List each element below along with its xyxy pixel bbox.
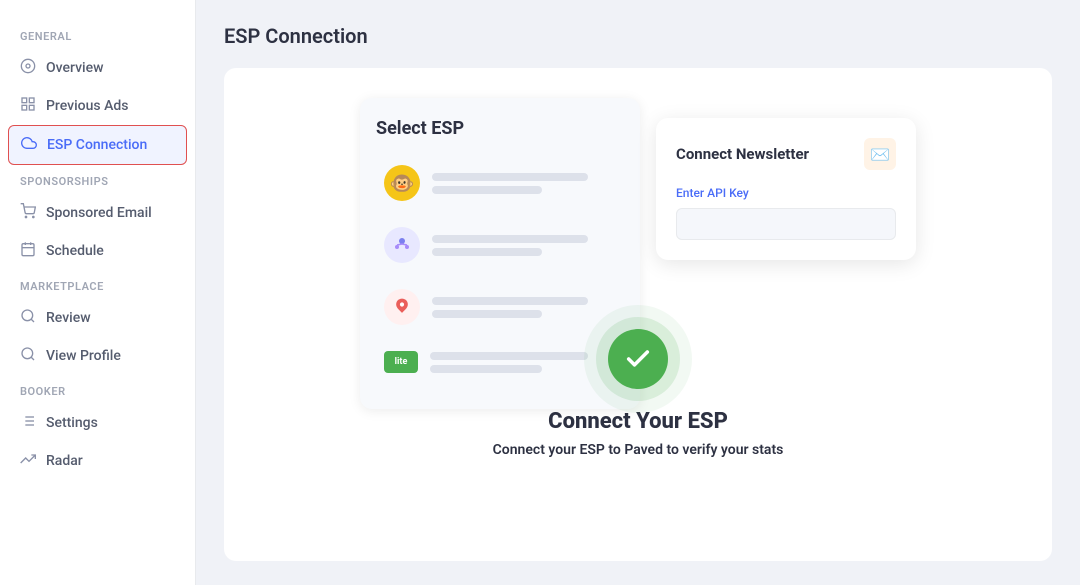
esp-lines-2	[432, 235, 616, 256]
api-key-input[interactable]	[676, 208, 896, 240]
esp-line	[430, 352, 588, 360]
sponsored-email-icon	[20, 203, 36, 223]
select-esp-panel: Select ESP 🐵	[360, 98, 640, 409]
esp-line	[432, 310, 542, 318]
esp-line	[430, 365, 542, 373]
page-title: ESP Connection	[224, 24, 1052, 48]
esp-line	[432, 173, 588, 181]
sidebar-item-label: View Profile	[46, 348, 121, 364]
esp-lines-1	[432, 173, 616, 194]
connect-newsletter-title: Connect Newsletter	[676, 145, 809, 163]
esp-line	[432, 186, 542, 194]
sidebar-item-radar[interactable]: Radar	[0, 442, 195, 480]
esp-list-item-2[interactable]	[376, 217, 624, 273]
connect-newsletter-panel: Connect Newsletter ✉️ Enter API Key	[656, 118, 916, 260]
sidebar-item-overview[interactable]: Overview	[0, 49, 195, 87]
esp-line	[432, 297, 588, 305]
review-icon	[20, 308, 36, 328]
sidebar-item-label: Previous Ads	[46, 98, 128, 114]
esp-icon-mailchimp: 🐵	[384, 165, 420, 201]
radar-icon	[20, 451, 36, 471]
view-profile-icon	[20, 346, 36, 366]
success-check-circle	[608, 329, 668, 389]
mail-icon: ✉️	[864, 138, 896, 170]
settings-icon	[20, 413, 36, 433]
sidebar-item-review[interactable]: Review	[0, 299, 195, 337]
sidebar-section-booker: Booker	[0, 375, 195, 404]
main-content: ESP Connection Select ESP 🐵	[196, 0, 1080, 585]
connect-esp-subtext: Connect your ESP to Paved to verify your…	[493, 442, 784, 458]
sidebar-item-label: Review	[46, 310, 91, 326]
schedule-icon	[20, 241, 36, 261]
sidebar-section-general: General	[0, 20, 195, 49]
esp-illustration: Select ESP 🐵	[328, 98, 948, 409]
sidebar-item-label: Radar	[46, 453, 83, 469]
connect-panel-header: Connect Newsletter ✉️	[676, 138, 896, 170]
sidebar-item-label: ESP Connection	[47, 137, 147, 153]
sidebar-item-label: Settings	[46, 415, 98, 431]
esp-icon-klaviyo	[384, 289, 420, 325]
esp-list-item-3[interactable]	[376, 279, 624, 335]
sidebar: General Overview Previous Ads ESP Connec…	[0, 0, 196, 585]
esp-list-item-4[interactable]: lite	[376, 341, 624, 383]
esp-list-item-1[interactable]: 🐵	[376, 155, 624, 211]
sidebar-item-schedule[interactable]: Schedule	[0, 232, 195, 270]
api-key-label: Enter API Key	[676, 186, 896, 200]
sidebar-section-sponsorships: Sponsorships	[0, 165, 195, 194]
esp-connection-card: Select ESP 🐵	[224, 68, 1052, 561]
sidebar-item-sponsored-email[interactable]: Sponsored Email	[0, 194, 195, 232]
sidebar-item-settings[interactable]: Settings	[0, 404, 195, 442]
esp-line	[432, 235, 588, 243]
esp-icon-lite: lite	[384, 351, 418, 373]
esp-lines-4	[430, 352, 616, 373]
previous-ads-icon	[20, 96, 36, 116]
connect-esp-heading: Connect Your ESP	[548, 409, 728, 434]
sidebar-item-label: Overview	[46, 60, 103, 76]
overview-icon	[20, 58, 36, 78]
esp-icon-sendgrid	[384, 227, 420, 263]
check-icon	[624, 345, 652, 373]
sidebar-item-view-profile[interactable]: View Profile	[0, 337, 195, 375]
sidebar-item-label: Schedule	[46, 243, 104, 259]
sidebar-section-marketplace: Marketplace	[0, 270, 195, 299]
sidebar-item-label: Sponsored Email	[46, 205, 152, 221]
sidebar-item-previous-ads[interactable]: Previous Ads	[0, 87, 195, 125]
esp-lines-3	[432, 297, 616, 318]
esp-connection-icon	[21, 135, 37, 155]
select-esp-title: Select ESP	[376, 118, 624, 139]
sidebar-item-esp-connection[interactable]: ESP Connection	[8, 125, 187, 165]
esp-line	[432, 248, 542, 256]
